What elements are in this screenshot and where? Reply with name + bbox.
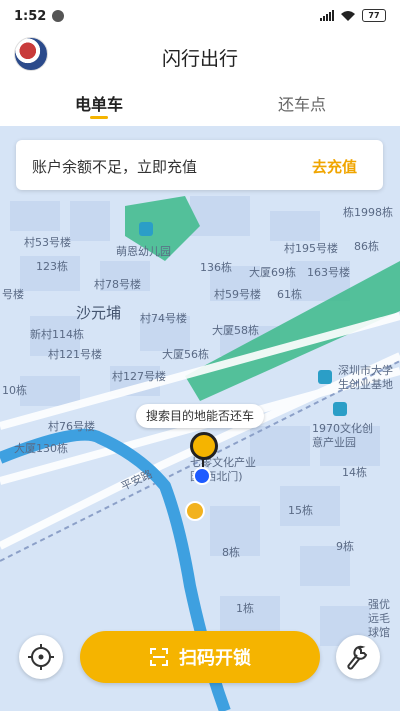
map-label: 新村114栋 [30,328,84,341]
tab-ebike[interactable]: 电单车 [75,91,123,115]
scan-unlock-label: 扫码开锁 [179,648,251,669]
wrench-icon [347,645,368,670]
map-label: 深圳市大学生创业基地 [338,364,393,391]
recharge-link[interactable]: 去充值 [312,156,357,177]
map-label: 9栋 [336,540,354,553]
tab-bar: 电单车 还车点 [0,80,400,126]
map-label: 萌恩幼儿园 [116,245,171,258]
tab-return-points[interactable]: 还车点 [278,91,326,115]
map-label: 15栋 [288,504,313,517]
app-header: 闪行出行 [0,34,400,78]
cell-signal-icon [320,10,334,21]
active-tab-indicator [90,116,108,119]
map-label: 村76号楼 [48,420,95,433]
map-label: 强优远毛球馆 [368,598,390,639]
status-indicators: 77 [320,9,386,22]
map-label: 村53号楼 [24,236,71,249]
map-label: 大厦58栋 [212,324,259,337]
scan-unlock-button[interactable]: 扫码开锁 [80,631,320,683]
kindergarten-icon [139,222,153,236]
map-label: 163号楼 [307,266,350,279]
map-label: 86栋 [354,240,379,253]
startup-base-icon [318,370,332,384]
map-label: 村121号楼 [48,348,102,361]
repair-button[interactable] [336,635,380,679]
battery-icon: 77 [362,9,386,22]
map-label: 大厦69栋 [249,266,296,279]
map-label: 1栋 [236,602,254,615]
map-label: 村59号楼 [214,288,261,301]
crosshair-icon [28,644,54,670]
culture-park-icon [333,402,347,416]
map-label: 136栋 [200,261,232,274]
page-title: 闪行出行 [161,48,238,70]
status-bar: 1:52 77 [0,0,400,34]
map-label: 61栋 [277,288,302,301]
status-time: 1:52 [14,9,47,24]
account-status-icon [52,10,64,22]
map-label: 大厦56栋 [162,348,209,361]
destination-pin-icon [190,432,218,460]
locate-button[interactable] [19,635,63,679]
map-label: 村195号楼 [284,242,338,255]
map-label: 村78号楼 [94,278,141,291]
low-balance-banner: 账户余额不足，立即充值 去充值 [16,140,383,190]
current-location-icon [193,467,211,485]
map-label: 14栋 [342,466,367,479]
map-label: 1970文化创意产业园 [312,422,373,449]
map-label: 村74号楼 [140,312,187,325]
map-label: 村127号楼 [112,370,166,383]
scan-icon [150,648,168,666]
map-label: 10栋 [2,384,27,397]
map-label: 号楼 [2,288,24,301]
low-balance-message: 账户余额不足，立即充值 [32,158,198,176]
wifi-icon [341,10,355,21]
map-label: 大厦130栋 [14,442,68,455]
map-label: 沙元埔 [76,304,122,322]
map-label: 8栋 [222,546,240,559]
map-label: 栋1998栋 [343,206,393,219]
bike-marker-icon[interactable] [185,501,205,521]
destination-tooltip[interactable]: 搜索目的地能否还车 [136,404,265,428]
map-label: 123栋 [36,260,68,273]
